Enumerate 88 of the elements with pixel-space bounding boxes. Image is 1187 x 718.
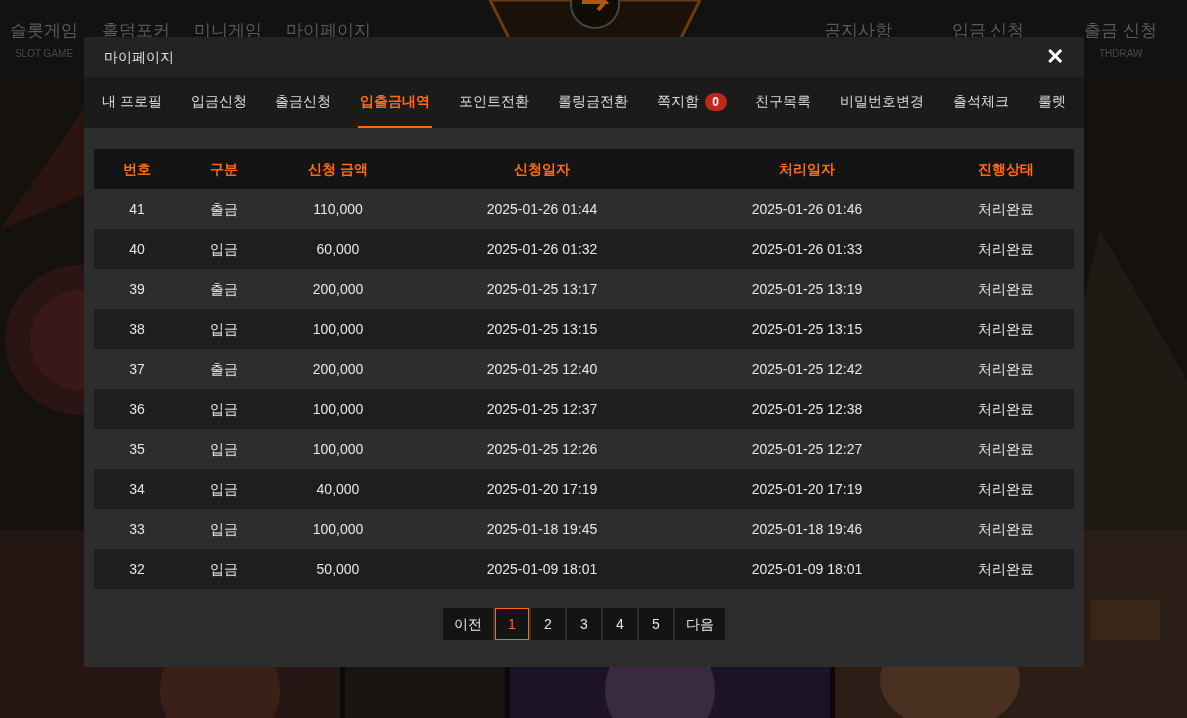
table-cell-text: 200,000: [311, 359, 365, 379]
table-cell-text: 입금: [209, 479, 239, 499]
column-header: 구분: [209, 159, 239, 179]
table-cell-text: 2025-01-25 13:15: [485, 319, 599, 339]
table-cell-text: 100,000: [311, 519, 365, 539]
table-cell-text: 34: [128, 479, 146, 499]
page-button[interactable]: 1: [495, 608, 529, 640]
table-cell-text: 처리완료: [977, 239, 1035, 259]
page-button[interactable]: 5: [639, 608, 673, 640]
tab[interactable]: 롤링금전환: [555, 77, 630, 128]
table-cell-text: 입금: [209, 519, 239, 539]
tab[interactable]: 출석체크: [951, 77, 1012, 128]
table-cell-text: 2025-01-20 17:19: [485, 479, 599, 499]
tab[interactable]: 친구목록: [753, 77, 814, 128]
table-cell-text: 입금: [209, 319, 239, 339]
table-cell-text: 2025-01-09 18:01: [750, 559, 864, 579]
column-header: 신청일자: [513, 159, 571, 179]
table-cell-text: 100,000: [311, 439, 365, 459]
table-cell-text: 처리완료: [977, 279, 1035, 299]
table-cell-text: 처리완료: [977, 319, 1035, 339]
table-cell-text: 60,000: [315, 239, 361, 259]
next-page-button[interactable]: 다음: [675, 608, 725, 640]
table-cell-text: 입금: [209, 239, 239, 259]
table-cell-text: 2025-01-25 12:40: [485, 359, 599, 379]
tab[interactable]: 내 프로필: [100, 77, 164, 128]
table-cell-text: 37: [128, 359, 146, 379]
table-cell-text: 처리완료: [977, 359, 1035, 379]
table-cell-text: 출금: [209, 279, 239, 299]
table-cell-text: 33: [128, 519, 146, 539]
table-cell-text: 2025-01-18 19:46: [750, 519, 864, 539]
table-cell-text: 2025-01-25 13:15: [750, 319, 864, 339]
table-cell-text: 처리완료: [977, 439, 1035, 459]
column-header: 진행상태: [977, 159, 1035, 179]
tab[interactable]: 룰렛: [1035, 77, 1068, 128]
table-cell-text: 2025-01-26 01:44: [485, 199, 599, 219]
nav-sublabel: THDRAW: [1098, 46, 1143, 61]
table-cell-text: 처리완료: [977, 199, 1035, 219]
table-cell-text: 2025-01-25 13:17: [485, 279, 599, 299]
table-cell-text: 50,000: [315, 559, 361, 579]
table-cell-text: 2025-01-26 01:33: [750, 239, 864, 259]
table-cell-text: 처리완료: [977, 479, 1035, 499]
table-cell-text: 41: [128, 199, 146, 219]
table-cell-text: 100,000: [311, 399, 365, 419]
prev-page-button[interactable]: 이전: [443, 608, 493, 640]
close-button[interactable]: ✕: [1046, 46, 1064, 68]
tab[interactable]: 출금신청: [273, 77, 334, 128]
table-cell-text: 입금: [209, 439, 239, 459]
table-cell-text: 출금: [209, 199, 239, 219]
count-badge: 0: [704, 92, 727, 111]
table-cell-text: 처리완료: [977, 519, 1035, 539]
table-cell-text: 출금: [209, 359, 239, 379]
column-header: 신청 금액: [307, 159, 369, 179]
column-header: 번호: [122, 159, 152, 179]
table-cell-text: 2025-01-18 19:45: [485, 519, 599, 539]
table-cell-text: 2025-01-25 12:38: [750, 399, 864, 419]
table-cell-text: 35: [128, 439, 146, 459]
table-cell-text: 입금: [209, 399, 239, 419]
table-cell-text: 2025-01-25 12:26: [485, 439, 599, 459]
modal-title: 마이페이지: [104, 47, 174, 67]
table-cell-text: 입금: [209, 559, 239, 579]
tab[interactable]: 쪽지함 0: [654, 77, 729, 128]
page-button[interactable]: 3: [567, 608, 601, 640]
table-cell-text: 32: [128, 559, 146, 579]
table-cell-text: 2025-01-25 12:42: [750, 359, 864, 379]
table-cell-text: 200,000: [311, 279, 365, 299]
table-cell-text: 2025-01-09 18:01: [485, 559, 599, 579]
table-cell-text: 2025-01-26 01:32: [485, 239, 599, 259]
page-button[interactable]: 2: [531, 608, 565, 640]
table-cell-text: 2025-01-25 12:37: [485, 399, 599, 419]
table-cell-text: 처리완료: [977, 559, 1035, 579]
table-cell-text: 36: [128, 399, 146, 419]
table-cell-text: 2025-01-25 13:19: [750, 279, 864, 299]
tab[interactable]: 입출금내역: [358, 77, 433, 128]
page-button[interactable]: 4: [603, 608, 637, 640]
table-cell-text: 110,000: [312, 199, 364, 219]
tab[interactable]: 입금신청: [188, 77, 249, 128]
table-cell-text: 40,000: [315, 479, 361, 499]
table-cell-text: 처리완료: [977, 399, 1035, 419]
tab[interactable]: 포인트전환: [457, 77, 532, 128]
table-cell-text: 2025-01-26 01:46: [750, 199, 864, 219]
table-cell-text: 38: [128, 319, 146, 339]
table-cell-text: 2025-01-20 17:19: [750, 479, 864, 499]
table-cell-text: 40: [128, 239, 146, 259]
table-cell-text: 100,000: [311, 319, 365, 339]
tab[interactable]: 비밀번호변경: [838, 77, 927, 128]
table-cell-text: 39: [128, 279, 146, 299]
table-cell-text: 2025-01-25 12:27: [750, 439, 864, 459]
column-header: 처리일자: [778, 159, 836, 179]
